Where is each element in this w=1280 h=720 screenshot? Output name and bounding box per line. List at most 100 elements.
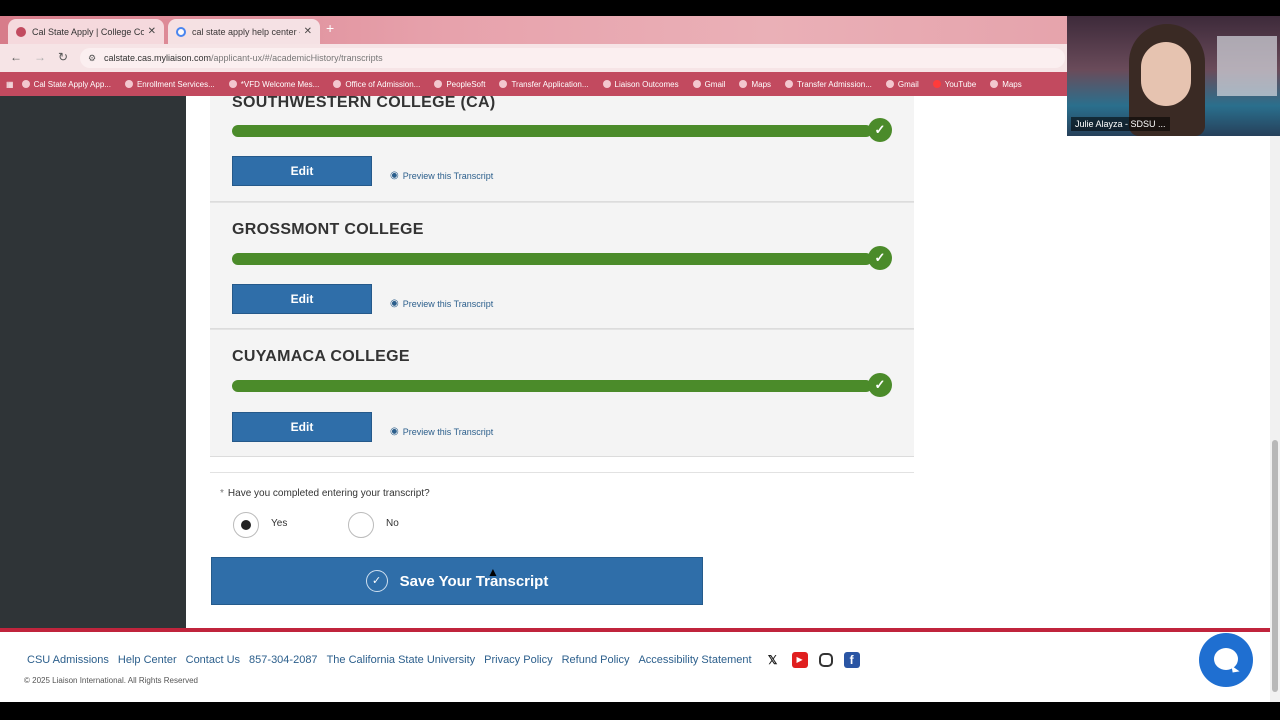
divider <box>210 472 914 473</box>
preview-label: Preview this Transcript <box>402 170 494 181</box>
page-content: SOUTHWESTERN COLLEGE (CA) ✓ Edit ◉ Previe… <box>0 96 1270 702</box>
bookmark-item[interactable]: *VFD Welcome Mes... <box>228 80 319 89</box>
bookmark-item[interactable]: YouTube <box>932 79 977 89</box>
bookmark-label: PeopleSoft <box>446 79 486 89</box>
footer-link[interactable]: CSU Admissions <box>27 654 109 666</box>
bookmark-item[interactable]: Gmail <box>692 80 725 89</box>
transcript-card: GROSSMONT COLLEGE ✓ Edit ◉ Preview this T… <box>210 202 914 329</box>
youtube-bookmark-icon <box>932 80 941 88</box>
footer-link[interactable]: Contact Us <box>186 654 240 666</box>
bookmark-item[interactable]: Maps <box>990 80 1022 89</box>
bookmark-item[interactable]: Enrollment Services... <box>124 79 215 89</box>
chat-launcher-button[interactable] <box>1199 633 1253 687</box>
bookmark-icon <box>602 80 611 88</box>
footer-link[interactable]: Accessibility Statement <box>638 654 751 666</box>
bookmark-label: Office of Admission... <box>345 79 421 89</box>
social-links: 𝕏 ▶ f <box>765 652 871 668</box>
bookmark-item[interactable]: Cal State Apply App... <box>21 79 111 89</box>
edit-button[interactable]: Edit <box>232 284 372 314</box>
footer-link[interactable]: Refund Policy <box>562 654 630 666</box>
footer-link[interactable]: The California State University <box>327 654 476 666</box>
scrollbar-thumb[interactable] <box>1272 440 1278 692</box>
preview-label: Preview this Transcript <box>402 298 494 309</box>
bookmark-item[interactable]: Maps <box>739 80 771 89</box>
x-icon[interactable]: 𝕏 <box>765 652 781 668</box>
reload-icon[interactable]: ↻ <box>58 50 68 64</box>
bookmark-item[interactable]: Office of Admission... <box>333 80 420 89</box>
edit-button[interactable]: Edit <box>232 412 372 442</box>
college-name: SOUTHWESTERN COLLEGE (CA) <box>232 96 496 111</box>
bookmark-label: Transfer Application... <box>511 79 589 89</box>
back-arrow-icon[interactable]: ← <box>10 50 22 64</box>
bookmark-item[interactable]: Liaison Outcomes <box>602 79 679 89</box>
transcript-card: SOUTHWESTERN COLLEGE (CA) ✓ Edit ◉ Previe… <box>210 96 914 202</box>
complete-check-icon: ✓ <box>868 373 892 397</box>
required-asterisk: * <box>220 488 224 499</box>
mouse-cursor-icon: ▲ <box>487 565 499 579</box>
tab-title: cal state apply help center - Go <box>192 26 300 37</box>
google-favicon-icon <box>176 26 186 37</box>
save-transcript-button[interactable]: ✓ Save Your Transcript <box>211 557 703 605</box>
bookmark-icon <box>785 80 794 88</box>
footer: CSU Admissions Help Center Contact Us 85… <box>0 628 1270 702</box>
bookmark-label: YouTube <box>944 79 977 89</box>
eye-icon: ◉ <box>390 298 399 309</box>
footer-link[interactable]: Privacy Policy <box>484 654 552 666</box>
bookmark-icon <box>990 80 999 88</box>
bookmark-item[interactable]: Transfer Admission... <box>785 80 872 89</box>
tab-help-center-search[interactable]: cal state apply help center - Go ✕ <box>168 19 320 44</box>
edit-button[interactable]: Edit <box>232 156 372 186</box>
completion-question: * Have you completed entering your transc… <box>220 488 430 499</box>
left-sidebar <box>0 96 186 628</box>
close-tab-icon[interactable]: ✕ <box>148 26 156 37</box>
bookmark-item[interactable]: Gmail <box>885 80 919 89</box>
footer-link[interactable]: Help Center <box>118 654 177 666</box>
apps-grid-icon[interactable]: ▦ <box>6 80 14 89</box>
url-path: /applicant-ux/#/academicHistory/transcri… <box>211 53 383 63</box>
bookmark-icon <box>739 80 748 88</box>
screen: Cal State Apply | College Cours ✕ cal st… <box>0 0 1280 720</box>
bookmark-item[interactable]: Transfer Application... <box>499 79 589 89</box>
progress-bar <box>232 253 872 265</box>
tab-title: Cal State Apply | College Cours <box>32 26 144 37</box>
url-host: calstate.cas.myliaison.com <box>104 53 212 63</box>
complete-check-icon: ✓ <box>868 118 892 142</box>
video-call-tile: Julie Alayza - SDSU ... <box>1067 16 1280 136</box>
bookmark-label: Maps <box>751 79 772 89</box>
participant-name: Julie Alayza - SDSU ... <box>1071 117 1170 131</box>
youtube-icon[interactable]: ▶ <box>791 652 808 668</box>
radio-no[interactable] <box>348 512 374 538</box>
bookmark-icon <box>434 80 443 88</box>
participant-face <box>1141 42 1191 106</box>
preview-transcript-link[interactable]: ◉ Preview this Transcript <box>390 426 493 437</box>
bookmark-icon <box>21 80 30 88</box>
bookmark-item[interactable]: PeopleSoft <box>434 80 485 89</box>
site-settings-icon[interactable]: ⚙ <box>88 48 96 68</box>
bookmark-label: Liaison Outcomes <box>614 79 679 89</box>
progress-bar <box>232 380 872 392</box>
footer-link[interactable]: 857-304-2087 <box>249 654 318 666</box>
instagram-icon[interactable] <box>818 653 833 667</box>
url-field[interactable]: ⚙ calstate.cas.myliaison.com/applicant-u… <box>80 48 1065 68</box>
radio-yes[interactable] <box>233 512 259 538</box>
preview-transcript-link[interactable]: ◉ Preview this Transcript <box>390 170 493 181</box>
radio-no-label: No <box>386 518 399 529</box>
tab-cal-state-apply[interactable]: Cal State Apply | College Cours ✕ <box>8 19 164 44</box>
bookmark-label: Enrollment Services... <box>136 79 215 89</box>
bookmark-icon <box>692 80 701 88</box>
transcript-card: CUYAMACA COLLEGE ✓ Edit ◉ Preview this Tr… <box>210 329 914 457</box>
save-button-label: Save Your Transcript <box>399 572 549 590</box>
close-tab-icon[interactable]: ✕ <box>304 26 312 37</box>
chat-bubble-tail <box>1231 664 1240 673</box>
forward-arrow-icon[interactable]: → <box>34 50 46 64</box>
question-text: Have you completed entering your transcr… <box>227 488 430 499</box>
bookmark-icon <box>333 80 342 88</box>
new-tab-icon[interactable]: + <box>326 20 334 36</box>
bookmark-icon <box>124 80 133 88</box>
preview-transcript-link[interactable]: ◉ Preview this Transcript <box>390 298 493 309</box>
bookmark-label: Cal State Apply App... <box>33 79 111 89</box>
background-building <box>1217 36 1277 96</box>
progress-bar <box>232 125 872 137</box>
facebook-icon[interactable]: f <box>843 652 860 668</box>
bookmark-icon <box>499 80 508 88</box>
